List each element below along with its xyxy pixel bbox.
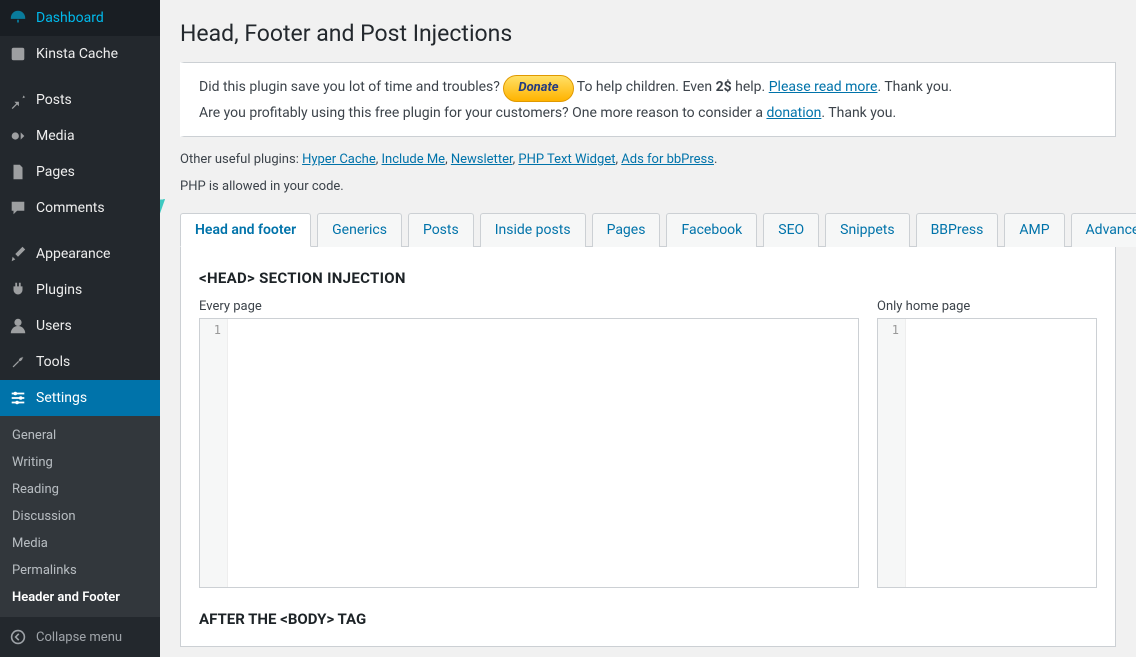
comment-icon xyxy=(8,198,28,218)
main-content: Head, Footer and Post Injections Did thi… xyxy=(160,0,1136,657)
sidebar-item-tools[interactable]: Tools xyxy=(0,344,160,380)
submenu-header-footer[interactable]: Header and Footer xyxy=(0,584,160,611)
notice-text: help. xyxy=(735,79,769,95)
tab-inside-posts[interactable]: Inside posts xyxy=(480,213,586,247)
annotation-arrow-icon xyxy=(160,90,180,230)
plugin-link[interactable]: Newsletter xyxy=(451,152,513,167)
collapse-label: Collapse menu xyxy=(36,630,122,645)
plugin-link[interactable]: Include Me xyxy=(382,152,446,167)
submenu-general[interactable]: General xyxy=(0,422,160,449)
tab-snippets[interactable]: Snippets xyxy=(825,213,909,247)
sidebar-item-media[interactable]: Media xyxy=(0,118,160,154)
sidebar-label: Dashboard xyxy=(36,10,104,26)
only-home-editor: Only home page 1 xyxy=(877,299,1097,588)
only-home-label: Only home page xyxy=(877,299,1097,314)
sidebar-label: Tools xyxy=(36,354,70,370)
sidebar-item-appearance[interactable]: Appearance xyxy=(0,236,160,272)
notice-text: . Thank you. xyxy=(877,79,952,95)
every-page-editor: Every page 1 xyxy=(199,299,859,588)
sliders-icon xyxy=(8,388,28,408)
sidebar-label: Users xyxy=(36,318,72,334)
plugins-intro: Other useful plugins: xyxy=(180,152,302,167)
pin-icon xyxy=(8,90,28,110)
sidebar-item-posts[interactable]: Posts xyxy=(0,82,160,118)
donate-button[interactable]: Donate xyxy=(503,75,573,102)
tab-posts[interactable]: Posts xyxy=(408,213,474,247)
every-page-label: Every page xyxy=(199,299,859,314)
php-note: PHP is allowed in your code. xyxy=(180,179,1116,194)
tab-advanced[interactable]: Advanced xyxy=(1071,213,1136,247)
notice-text: Did this plugin save you lot of time and… xyxy=(199,79,503,95)
submenu-permalinks[interactable]: Permalinks xyxy=(0,557,160,584)
page-icon xyxy=(8,162,28,182)
line-gutter: 1 xyxy=(878,319,906,587)
submenu-writing[interactable]: Writing xyxy=(0,449,160,476)
plug-icon xyxy=(8,280,28,300)
useful-plugins: Other useful plugins: Hyper Cache, Inclu… xyxy=(180,152,1116,167)
sidebar-label: Comments xyxy=(36,200,105,216)
sidebar-item-users[interactable]: Users xyxy=(0,308,160,344)
plugin-link[interactable]: Ads for bbPress xyxy=(621,152,714,167)
sidebar-item-kinsta-cache[interactable]: Kinsta Cache xyxy=(0,36,160,72)
wrench-icon xyxy=(8,352,28,372)
donation-notice: Did this plugin save you lot of time and… xyxy=(180,62,1116,137)
sidebar-label: Pages xyxy=(36,164,75,180)
tab-bbpress[interactable]: BBPress xyxy=(916,213,999,247)
media-icon xyxy=(8,126,28,146)
every-page-textarea[interactable]: 1 xyxy=(199,318,859,588)
sidebar-label: Settings xyxy=(36,390,87,406)
settings-submenu: General Writing Reading Discussion Media… xyxy=(0,416,160,617)
dashboard-icon xyxy=(8,8,28,28)
sidebar-item-plugins[interactable]: Plugins xyxy=(0,272,160,308)
notice-amount: 2$ xyxy=(716,79,732,95)
notice-text: To help children. Even xyxy=(577,79,716,95)
submenu-discussion[interactable]: Discussion xyxy=(0,503,160,530)
plugin-link[interactable]: Hyper Cache xyxy=(302,152,376,167)
after-body-heading: AFTER THE <BODY> TAG xyxy=(199,610,1097,628)
page-title: Head, Footer and Post Injections xyxy=(180,20,1116,47)
head-section-heading: <HEAD> SECTION INJECTION xyxy=(199,269,1097,287)
plugin-link[interactable]: PHP Text Widget xyxy=(518,152,615,167)
admin-sidebar: Dashboard Kinsta Cache Posts Media Pages… xyxy=(0,0,160,657)
collapse-icon xyxy=(8,627,28,647)
donation-link[interactable]: donation xyxy=(766,105,821,121)
tab-facebook[interactable]: Facebook xyxy=(666,213,757,247)
user-icon xyxy=(8,316,28,336)
sidebar-label: Kinsta Cache xyxy=(36,46,118,62)
notice-text: . Thank you. xyxy=(821,105,896,121)
sidebar-label: Posts xyxy=(36,92,72,108)
sidebar-item-comments[interactable]: Comments xyxy=(0,190,160,226)
collapse-menu[interactable]: Collapse menu xyxy=(0,617,160,657)
tab-panel: <HEAD> SECTION INJECTION Every page 1 On… xyxy=(180,247,1116,647)
submenu-media[interactable]: Media xyxy=(0,530,160,557)
sidebar-label: Appearance xyxy=(36,246,110,262)
cache-icon xyxy=(8,44,28,64)
only-home-textarea[interactable]: 1 xyxy=(877,318,1097,588)
line-gutter: 1 xyxy=(200,319,228,587)
tab-generics[interactable]: Generics xyxy=(317,213,402,247)
sidebar-item-dashboard[interactable]: Dashboard xyxy=(0,0,160,36)
sidebar-label: Plugins xyxy=(36,282,82,298)
tabs-row: Head and footer Generics Posts Inside po… xyxy=(180,212,1116,247)
notice-text: Are you profitably using this free plugi… xyxy=(199,105,766,121)
sidebar-item-settings[interactable]: Settings xyxy=(0,380,160,416)
tab-head-footer[interactable]: Head and footer xyxy=(180,213,311,247)
submenu-reading[interactable]: Reading xyxy=(0,476,160,503)
annotation-arrow-icon xyxy=(160,495,175,580)
tab-seo[interactable]: SEO xyxy=(763,213,819,247)
sidebar-item-pages[interactable]: Pages xyxy=(0,154,160,190)
sidebar-label: Media xyxy=(36,128,75,144)
brush-icon xyxy=(8,244,28,264)
tab-amp[interactable]: AMP xyxy=(1004,213,1064,247)
tab-pages[interactable]: Pages xyxy=(592,213,661,247)
read-more-link[interactable]: Please read more xyxy=(769,79,878,95)
